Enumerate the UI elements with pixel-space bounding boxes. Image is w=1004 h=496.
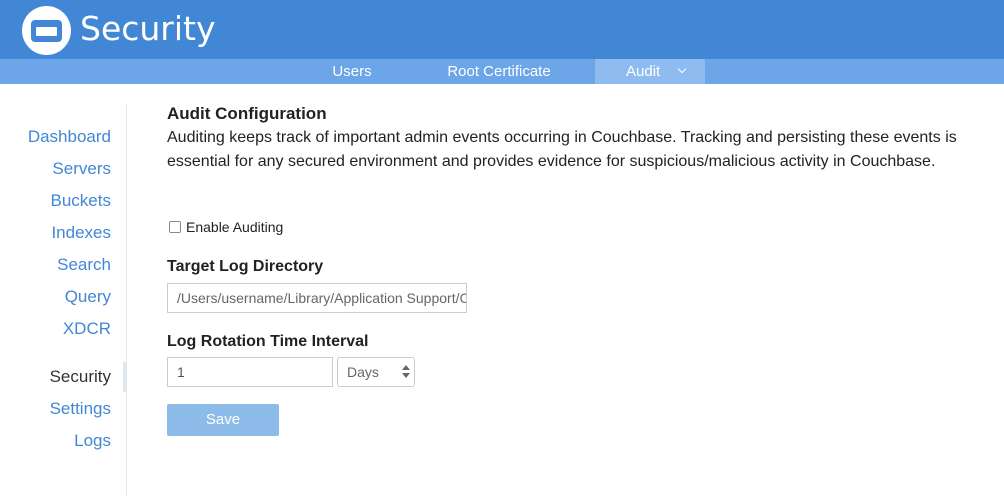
log-directory-label: Target Log Directory — [167, 258, 324, 275]
page-title: Security — [80, 9, 216, 48]
app-header: Security — [0, 0, 1004, 59]
sidebar-item-query[interactable]: Query — [65, 285, 111, 309]
rotation-interval-input[interactable]: 1 — [167, 357, 333, 387]
up-down-arrows-icon — [402, 365, 410, 379]
sidebar-item-dashboard[interactable]: Dashboard — [28, 125, 111, 149]
sidebar-item-search[interactable]: Search — [57, 253, 111, 277]
audit-description: Auditing keeps track of important admin … — [167, 129, 957, 170]
rotation-unit-value: Days — [347, 364, 379, 380]
section-title: Audit Configuration — [167, 104, 327, 123]
logo-mark-inner — [36, 27, 57, 36]
enable-auditing-checkbox[interactable] — [169, 221, 181, 233]
chevron-down-icon[interactable] — [677, 64, 687, 74]
sidebar-item-logs[interactable]: Logs — [74, 429, 111, 453]
sidebar-item-servers[interactable]: Servers — [52, 157, 111, 181]
sidebar-active-indicator — [123, 362, 126, 392]
couchbase-logo-icon[interactable] — [22, 6, 71, 55]
sidebar-item-security[interactable]: Security — [50, 365, 111, 389]
sidebar-item-xdcr[interactable]: XDCR — [63, 317, 111, 341]
security-tab-bar: Users Root Certificate Audit — [0, 59, 1004, 84]
enable-auditing-label: Enable Auditing — [186, 219, 284, 235]
sidebar-item-settings[interactable]: Settings — [50, 397, 111, 421]
tab-users[interactable]: Users — [302, 59, 402, 84]
logo-mark — [31, 20, 62, 42]
sidebar-nav: Dashboard Servers Buckets Indexes Search… — [0, 104, 127, 496]
tab-root-certificate[interactable]: Root Certificate — [420, 59, 578, 84]
tab-audit-label: Audit — [626, 63, 661, 80]
rotation-unit-select[interactable]: Days — [337, 357, 415, 387]
rotation-interval-label: Log Rotation Time Interval — [167, 333, 369, 350]
sidebar-item-buckets[interactable]: Buckets — [51, 189, 111, 213]
tab-audit[interactable]: Audit — [595, 59, 705, 84]
sidebar-item-indexes[interactable]: Indexes — [51, 221, 111, 245]
save-button[interactable]: Save — [167, 404, 279, 436]
log-directory-input[interactable]: /Users/username/Library/Application Supp… — [167, 283, 467, 313]
